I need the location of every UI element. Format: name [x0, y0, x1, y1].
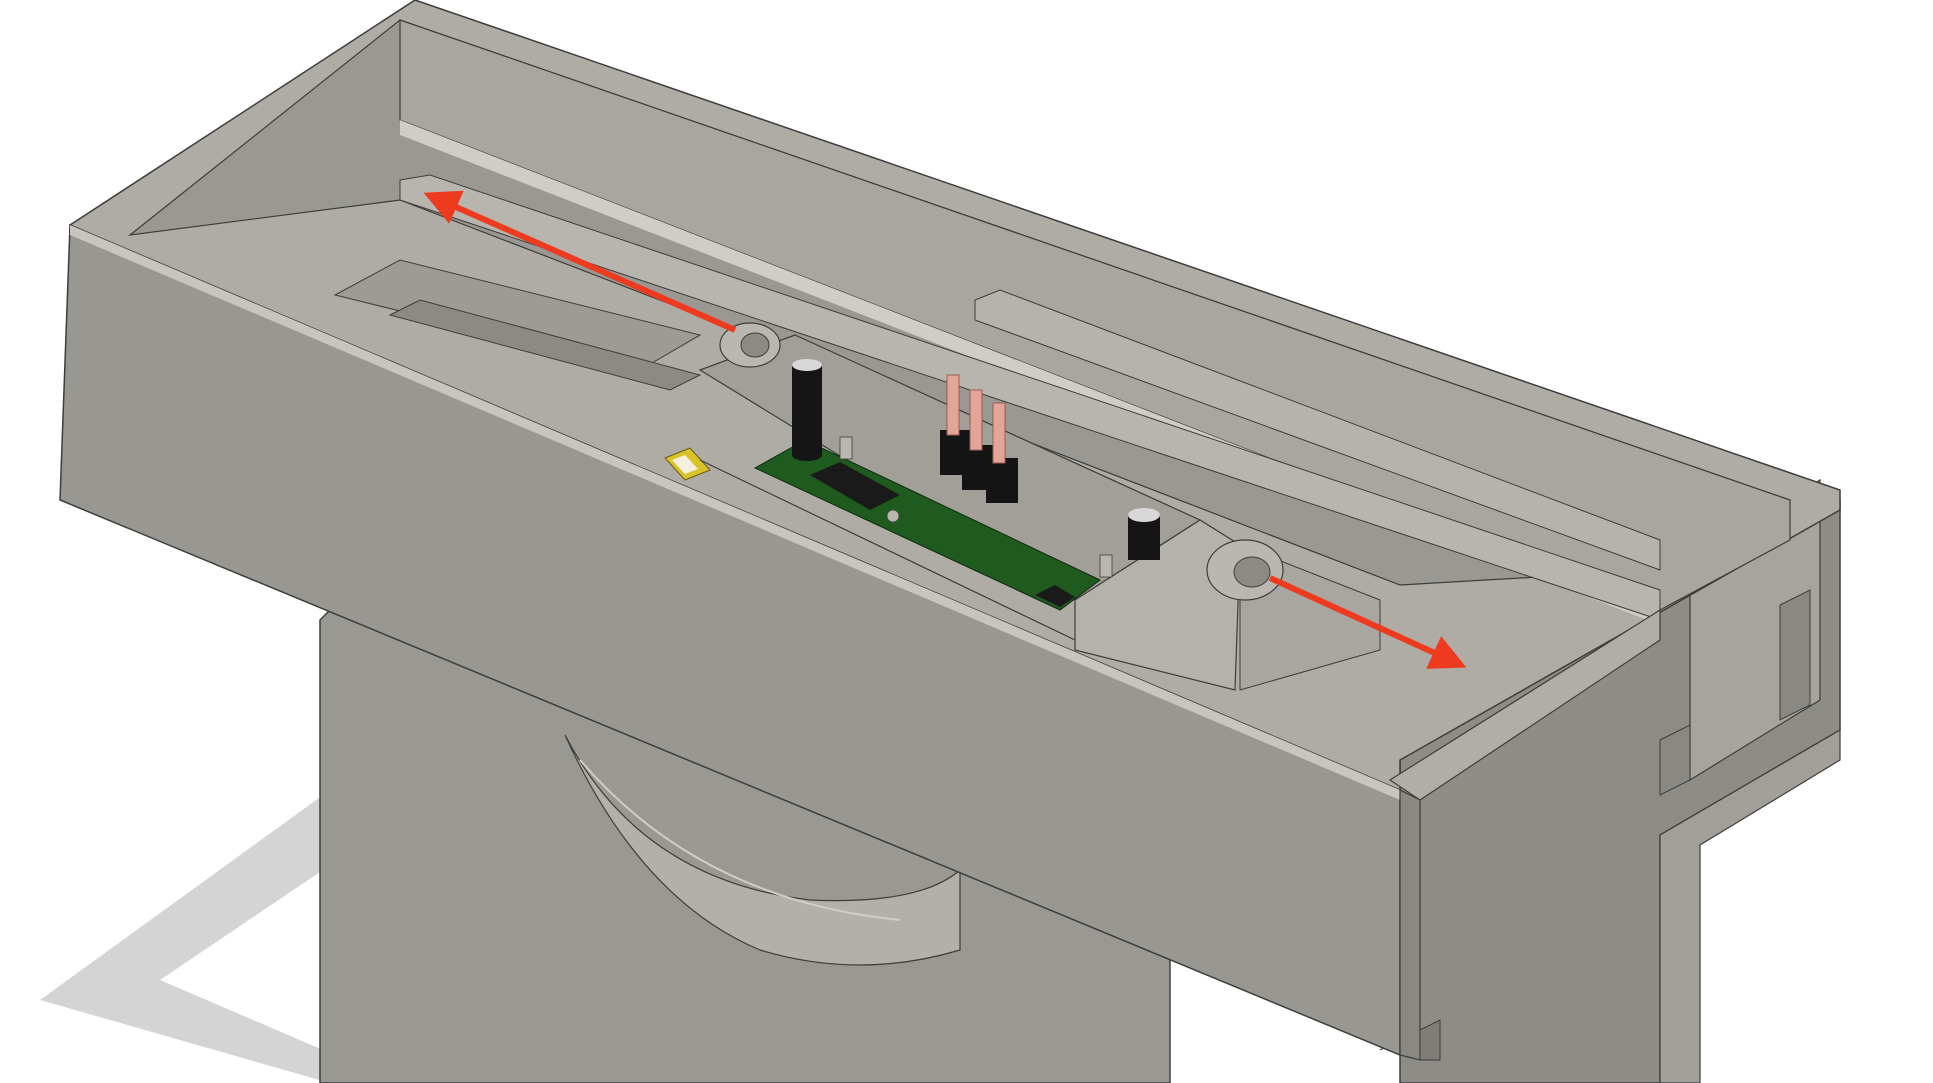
- enclosure-cad-render: [40, 0, 1841, 1083]
- capacitor-right: [1128, 508, 1160, 560]
- screw-post-right: [1206, 539, 1284, 601]
- capacitor-left: [792, 359, 822, 461]
